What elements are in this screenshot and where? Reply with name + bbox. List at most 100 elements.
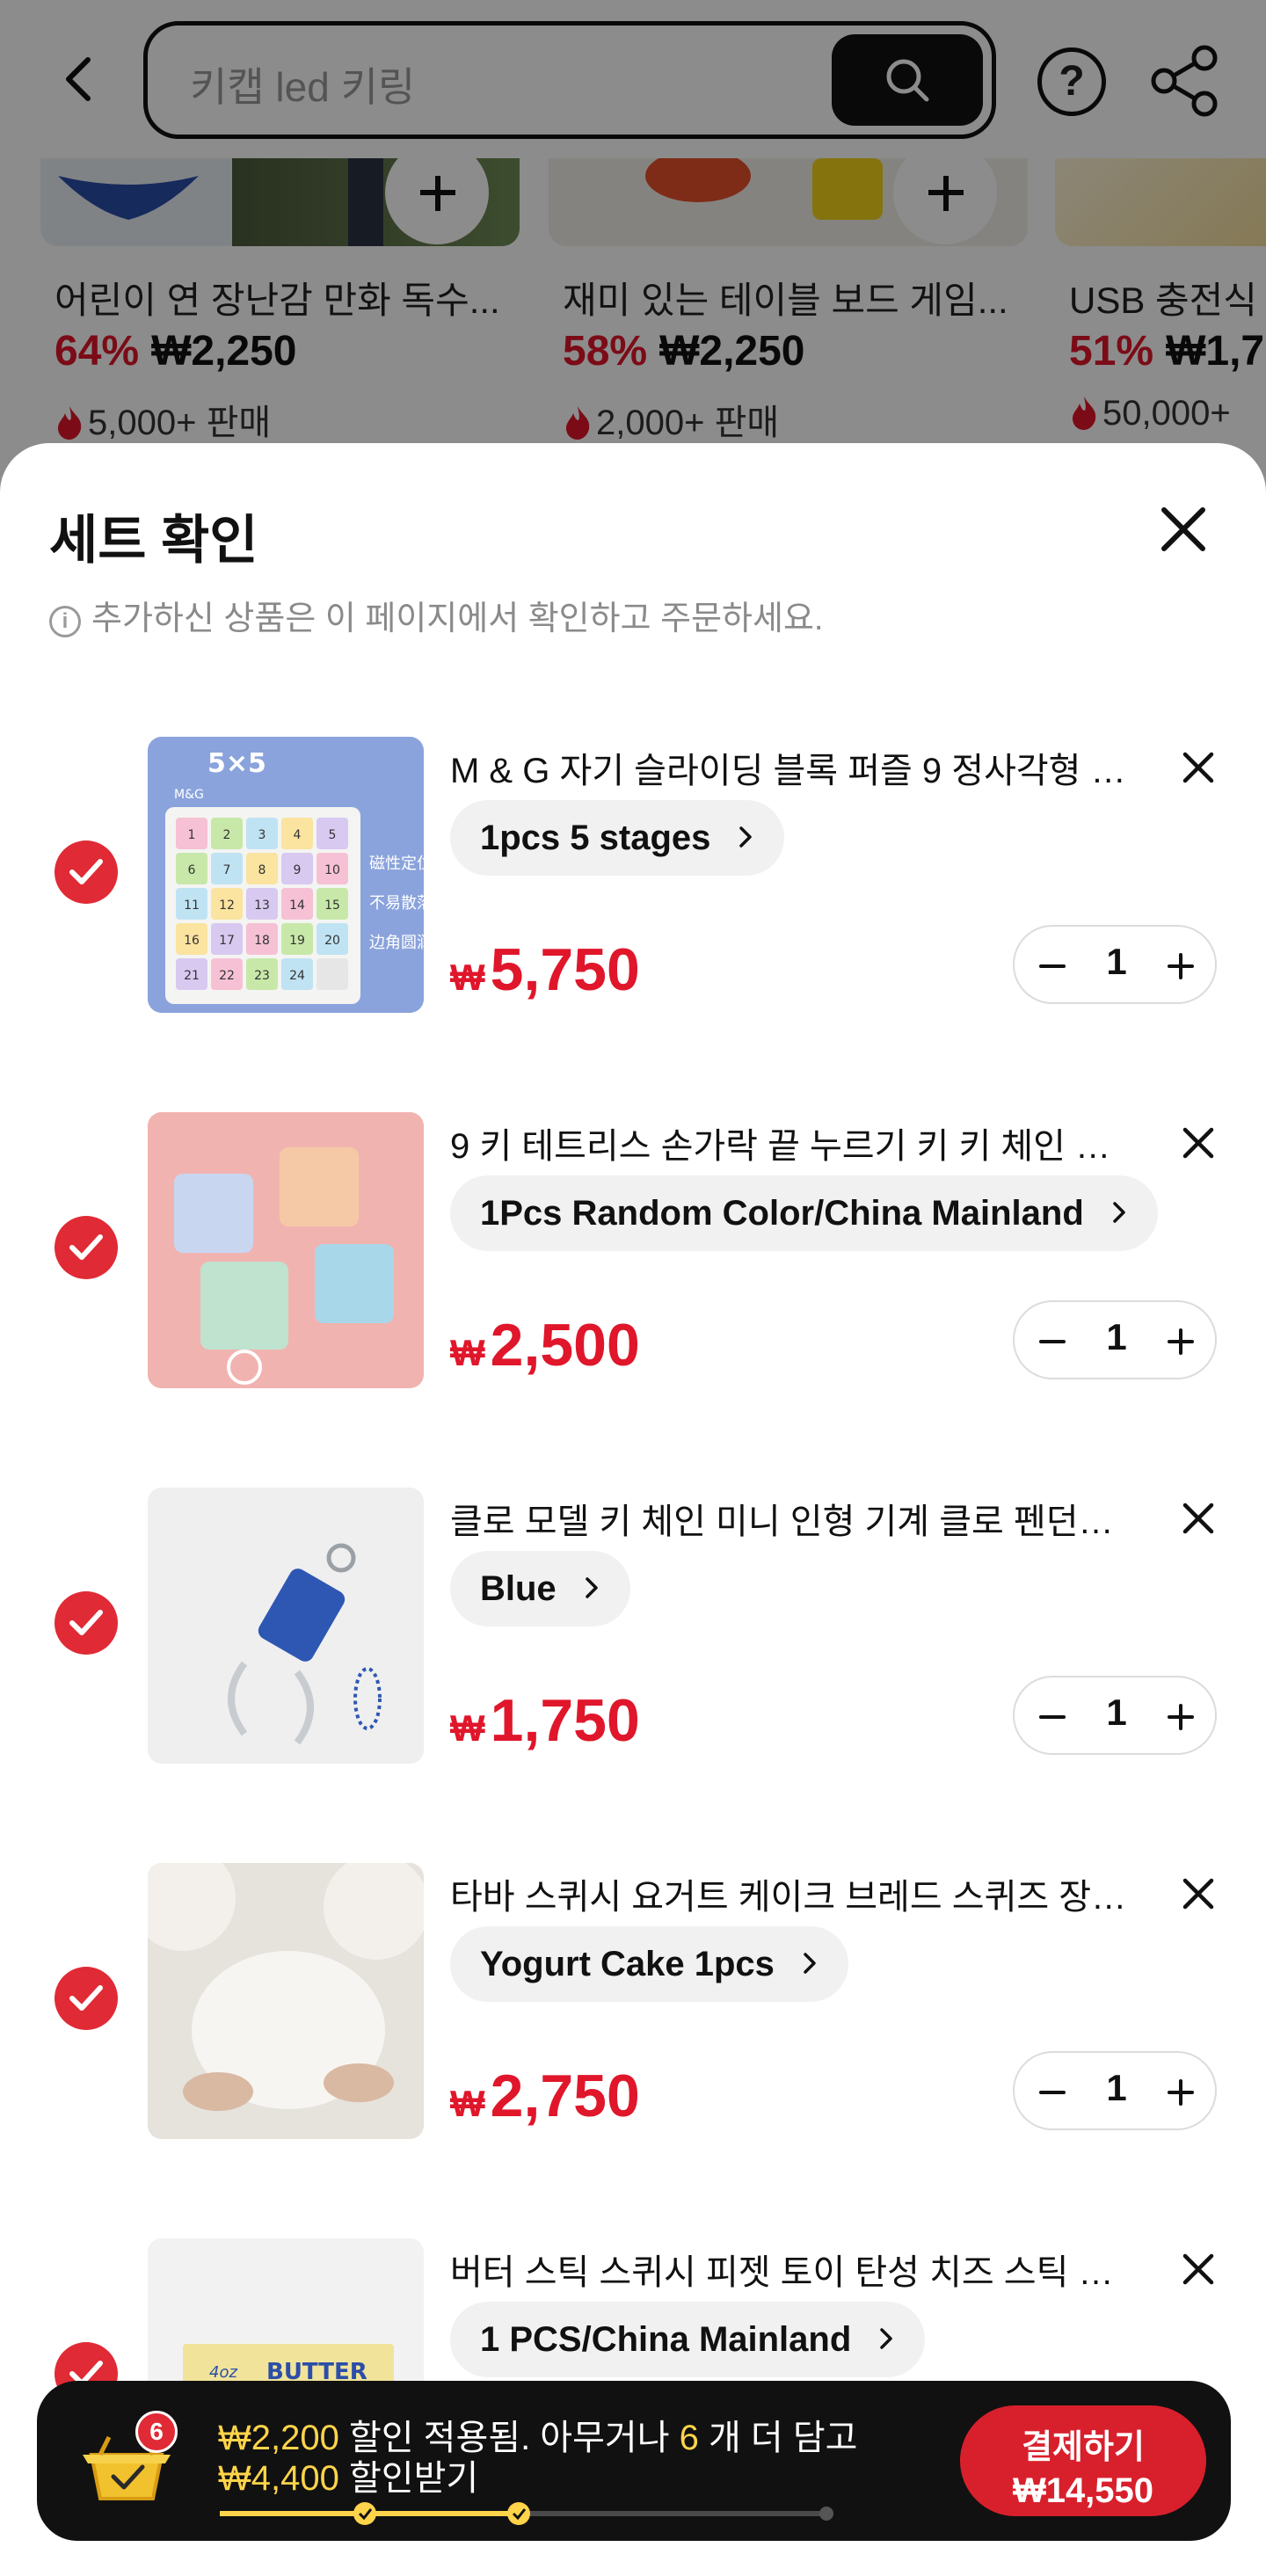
puzzle-tile-number: 15 — [324, 899, 340, 913]
plus-icon[interactable] — [1160, 1697, 1201, 1737]
quantity-value[interactable]: 1 — [1085, 1316, 1148, 1358]
variant-selector[interactable]: 1pcs 5 stages — [450, 800, 785, 876]
price-value: 2,750 — [490, 2063, 640, 2129]
product-thumbnail[interactable] — [148, 1863, 424, 2139]
variant-selector[interactable]: Blue — [450, 1551, 630, 1626]
puzzle-grid: 1 2 3 4 56 7 8 9 1011 12 13 14 1516 17 18 19 2021 22 23 24 — [176, 818, 348, 990]
info-icon: i — [49, 606, 81, 637]
price-value: 5,750 — [490, 936, 640, 1003]
puzzle-tile-number: 21 — [184, 969, 200, 983]
currency-symbol: ₩ — [450, 2083, 485, 2124]
minus-icon[interactable] — [1032, 2072, 1073, 2113]
variant-label: Yogurt Cake 1pcs — [480, 1945, 775, 1983]
dim-overlay[interactable] — [0, 0, 1266, 475]
puzzle-side-text-1: 磁性定位 — [369, 855, 424, 873]
plus-icon[interactable] — [1160, 946, 1201, 986]
puzzle-tile-number: 17 — [219, 934, 235, 948]
quantity-stepper: 1 — [1013, 2051, 1217, 2130]
item-title[interactable]: 타바 스퀴시 요거트 케이크 브레드 스퀴즈 장난... — [450, 1868, 1136, 1919]
checkout-button-label: 결제하기 — [1022, 2429, 1145, 2466]
item-price: ₩1,750 — [450, 1686, 640, 1755]
puzzle-tile-number: 16 — [184, 934, 200, 948]
remove-item-icon[interactable] — [1178, 1498, 1219, 1539]
variant-label: 1Pcs Random Color/China Mainland — [480, 1194, 1084, 1233]
claw-keychain-image — [148, 1488, 424, 1764]
item-checkbox[interactable] — [55, 1591, 118, 1655]
currency-symbol: ₩ — [450, 1707, 485, 1749]
item-price: ₩2,500 — [450, 1311, 640, 1379]
checkmark-icon — [69, 1985, 103, 2011]
cart-item: 5×5 M&G 1 2 3 4 5 6 7 8 9 10 11 12 13 14 15 16 17 18 19 20 2… — [0, 737, 1266, 1018]
butter-weight: 4oz — [209, 2363, 237, 2382]
puzzle-tile-number: 12 — [219, 899, 235, 913]
currency-symbol: ₩ — [450, 957, 485, 998]
quantity-stepper: 1 — [1013, 1676, 1217, 1755]
puzzle-tile-number: 4 — [294, 828, 302, 842]
item-checkbox[interactable] — [55, 1216, 118, 1279]
puzzle-tile-number: 5 — [329, 828, 337, 842]
item-price: ₩2,750 — [450, 2062, 640, 2130]
close-icon[interactable] — [1157, 503, 1210, 556]
variant-selector[interactable]: 1Pcs Random Color/China Mainland — [450, 1175, 1158, 1251]
remove-item-icon[interactable] — [1178, 1123, 1219, 1163]
sheet-title: 세트 확인 — [49, 511, 258, 570]
item-title[interactable]: 9 키 테트리스 손가락 끝 누르기 키 키 체인 성인 ... — [450, 1117, 1136, 1168]
price-value: 1,750 — [490, 1687, 640, 1754]
progress-end-dot — [819, 2507, 833, 2521]
checkmark-icon — [69, 1234, 103, 1260]
plus-icon[interactable] — [1160, 1321, 1201, 1362]
set-confirm-sheet: 세트 확인 i 추가하신 상품은 이 페이지에서 확인하고 주문하세요. 5×5 … — [0, 443, 1266, 2576]
item-title[interactable]: M & G 자기 슬라이딩 블록 퍼즐 9 정사각형 스... — [450, 742, 1136, 793]
puzzle-tile-number: 2 — [223, 828, 231, 842]
checkmark-icon — [69, 1610, 103, 1635]
variant-label: 1pcs 5 stages — [480, 819, 711, 857]
item-checkbox[interactable] — [55, 1967, 118, 2030]
item-title[interactable]: 버터 스틱 스퀴시 피젯 토이 탄성 치즈 스틱 재미... — [450, 2244, 1136, 2295]
puzzle-tile — [316, 958, 348, 990]
quantity-value[interactable]: 1 — [1085, 1692, 1148, 1734]
puzzle-tile-number: 23 — [254, 969, 270, 983]
promo-text-part: 할인받기 — [338, 2459, 479, 2498]
puzzle-tile-number: 19 — [289, 934, 305, 948]
quantity-stepper: 1 — [1013, 925, 1217, 1004]
remove-item-icon[interactable] — [1178, 1874, 1219, 1914]
item-checkbox[interactable] — [55, 840, 118, 904]
sheet-info-text: 추가하신 상품은 이 페이지에서 확인하고 주문하세요. — [91, 600, 824, 637]
minus-icon[interactable] — [1032, 1697, 1073, 1737]
product-thumbnail[interactable] — [148, 1488, 424, 1764]
puzzle-tile-number: 13 — [254, 899, 270, 913]
remove-item-icon[interactable] — [1178, 2249, 1219, 2289]
variant-selector[interactable]: Yogurt Cake 1pcs — [450, 1926, 848, 2002]
checkout-total: ₩14,550 — [1012, 2471, 1154, 2510]
puzzle-brand: M&G — [174, 788, 204, 802]
sheet-info: i 추가하신 상품은 이 페이지에서 확인하고 주문하세요. — [49, 591, 823, 639]
puzzle-tile-number: 11 — [184, 899, 200, 913]
checkout-button[interactable]: 결제하기 ₩14,550 — [960, 2405, 1206, 2516]
cart-item: 타바 스퀴시 요거트 케이크 브레드 스퀴즈 장난... Yogurt Cake… — [0, 1863, 1266, 2144]
puzzle-image: 5×5 M&G 1 2 3 4 56 7 8 9 1011 12 13 14 1516 17 18 19 202… — [148, 737, 424, 1013]
item-title[interactable]: 클로 모델 키 체인 미니 인형 기계 클로 펜던트 그... — [450, 1493, 1136, 1544]
variant-selector[interactable]: 1 PCS/China Mainland — [450, 2302, 926, 2377]
quantity-value[interactable]: 1 — [1085, 941, 1148, 983]
puzzle-tile-number: 8 — [258, 863, 266, 877]
puzzle-tile-number: 7 — [223, 863, 231, 877]
puzzle-side-text-2: 不易散落 — [369, 894, 424, 913]
quantity-stepper: 1 — [1013, 1300, 1217, 1379]
plus-icon[interactable] — [1160, 2072, 1201, 2113]
product-thumbnail[interactable]: 5×5 M&G 1 2 3 4 5 6 7 8 9 10 11 12 13 14 15 16 17 18 19 20 2… — [148, 737, 424, 1013]
puzzle-tile-number: 22 — [219, 969, 235, 983]
cart-count-badge: 6 — [135, 2411, 178, 2453]
puzzle-tile-number: 6 — [188, 863, 196, 877]
minus-icon[interactable] — [1032, 946, 1073, 986]
chevron-right-icon — [739, 826, 753, 848]
quantity-value[interactable]: 1 — [1085, 2067, 1148, 2109]
remove-item-icon[interactable] — [1178, 747, 1219, 788]
discount-progress-bar — [220, 2502, 833, 2525]
puzzle-side-text-3: 边角圆润 — [369, 934, 424, 952]
minus-icon[interactable] — [1032, 1321, 1073, 1362]
checkmark-icon — [69, 859, 103, 884]
product-thumbnail[interactable] — [148, 1112, 424, 1388]
puzzle-tile-number: 18 — [254, 934, 270, 948]
variant-label: 1 PCS/China Mainland — [480, 2320, 852, 2359]
item-price: ₩5,750 — [450, 935, 640, 1004]
